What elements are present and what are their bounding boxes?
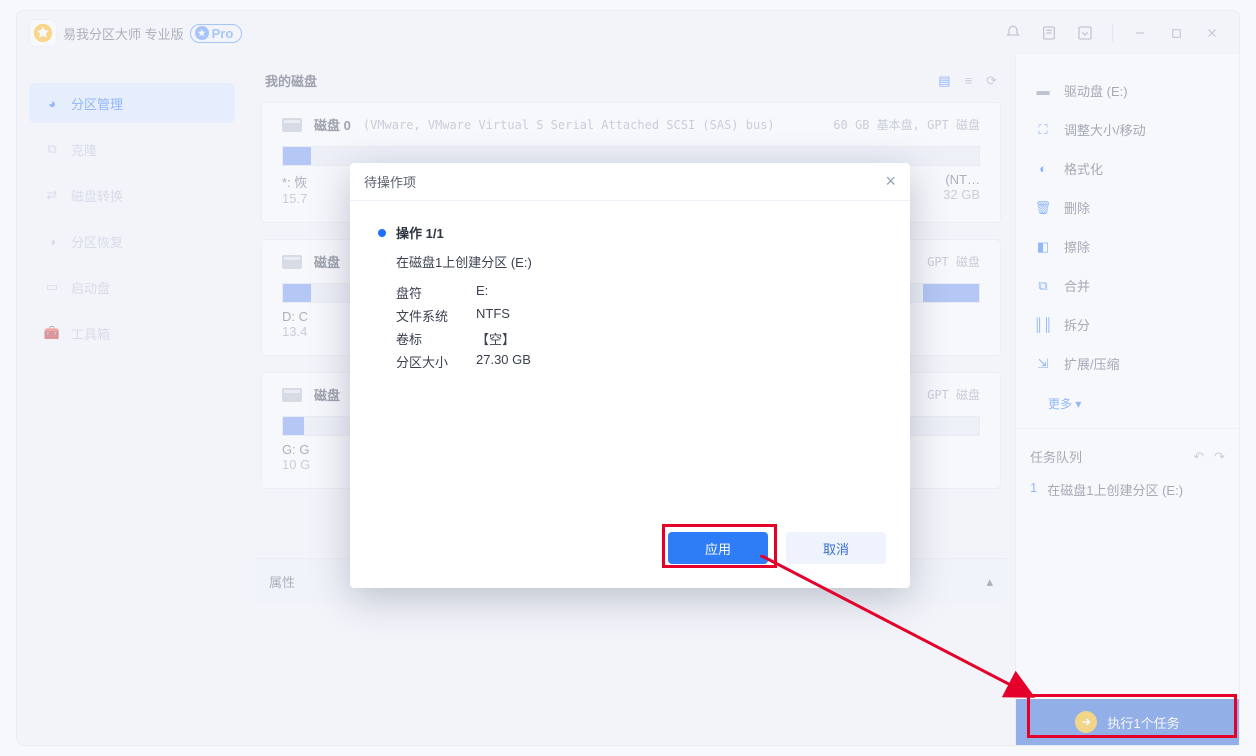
kv-row: 分区大小27.30 GB <box>396 352 882 371</box>
op-header: 操作 1/1 <box>378 223 882 242</box>
kv-row: 文件系统NTFS <box>396 306 882 325</box>
kv-row: 卷标【空】 <box>396 329 882 348</box>
cancel-button[interactable]: 取消 <box>786 532 886 564</box>
op-desc: 在磁盘1上创建分区 (E:) <box>396 252 882 271</box>
apply-button[interactable]: 应用 <box>668 532 768 564</box>
modal-header: 待操作项 × <box>350 163 910 201</box>
close-icon[interactable]: × <box>885 171 896 192</box>
modal-title: 待操作项 <box>364 172 416 191</box>
pending-ops-modal: 待操作项 × 操作 1/1 在磁盘1上创建分区 (E:) 盘符E: 文件系统NT… <box>350 163 910 588</box>
kv-row: 盘符E: <box>396 283 882 302</box>
